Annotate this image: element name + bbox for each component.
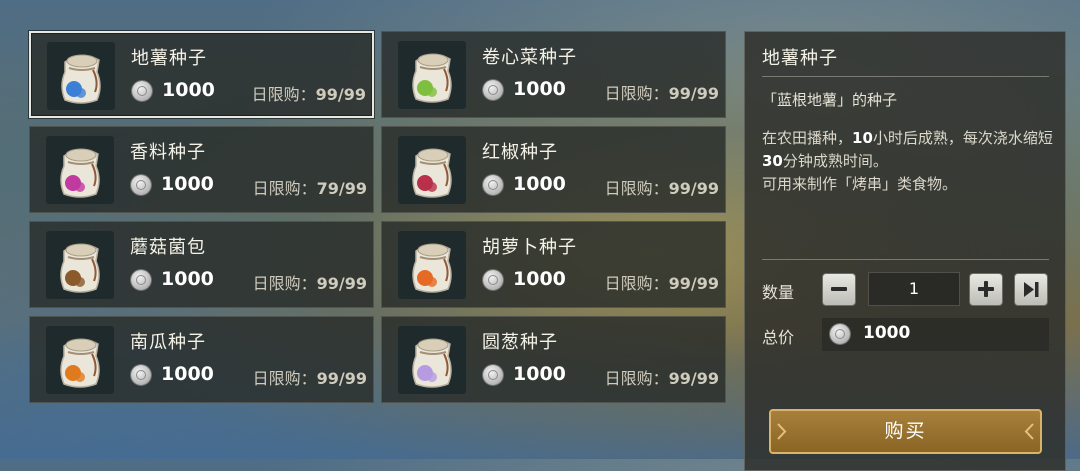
total-label: 总价 — [762, 328, 795, 347]
pumpkin-seed-bag-icon — [46, 326, 114, 394]
item-price: 1000 — [161, 268, 214, 290]
coin-icon — [830, 324, 850, 344]
total-price: 1000 — [863, 323, 911, 343]
item-price: 1000 — [162, 79, 215, 101]
quantity-label: 数量 — [762, 283, 795, 302]
coin-icon — [132, 81, 152, 101]
item-price: 1000 — [161, 173, 214, 195]
minus-icon — [831, 287, 847, 291]
detail-subtitle: 「蓝根地薯」的种子 — [762, 91, 898, 109]
shop-item-card[interactable]: 蘑菇菌包 1000 日限购：99/99 — [29, 221, 374, 308]
item-name: 圆葱种子 — [482, 332, 558, 353]
coin-icon — [131, 365, 151, 385]
shop-item-card[interactable]: 南瓜种子 1000 日限购：99/99 — [29, 316, 374, 403]
daily-limit: 日限购：99/99 — [251, 85, 366, 104]
total-price-box: 1000 — [822, 318, 1049, 351]
coin-icon — [483, 270, 503, 290]
item-name: 红椒种子 — [482, 142, 558, 163]
coin-icon — [483, 365, 503, 385]
divider — [762, 259, 1049, 260]
cabbage-seed-bag-icon — [398, 41, 466, 109]
detail-description: 在农田播种，10小时后成熟，每次浇水缩短30分钟成熟时间。 可用来制作「烤串」类食… — [762, 129, 1053, 193]
shop-item-card[interactable]: 胡萝卜种子 1000 日限购：99/99 — [381, 221, 726, 308]
shop-item-card[interactable]: 卷心菜种子 1000 日限购：99/99 — [381, 31, 726, 118]
coin-icon — [131, 270, 151, 290]
item-price: 1000 — [513, 173, 566, 195]
daily-limit: 日限购：79/99 — [252, 179, 367, 198]
shop-item-card[interactable]: 地薯种子 1000 日限购：99/99 — [29, 31, 374, 118]
divider — [762, 76, 1049, 77]
ornament-icon — [777, 423, 787, 440]
daily-limit: 日限购：99/99 — [252, 274, 367, 293]
spice-seed-bag-icon — [46, 136, 114, 204]
item-name: 香料种子 — [130, 142, 206, 163]
item-detail-panel: 地薯种子 「蓝根地薯」的种子 在农田播种，10小时后成熟，每次浇水缩短30分钟成… — [744, 31, 1066, 471]
onion-seed-bag-icon — [398, 326, 466, 394]
shop-item-card[interactable]: 红椒种子 1000 日限购：99/99 — [381, 126, 726, 213]
item-name: 南瓜种子 — [130, 332, 206, 353]
increase-quantity-button[interactable] — [969, 273, 1003, 306]
daily-limit: 日限购：99/99 — [252, 369, 367, 388]
item-name: 地薯种子 — [131, 48, 207, 69]
red-pepper-seed-bag-icon — [398, 136, 466, 204]
item-price: 1000 — [513, 363, 566, 385]
item-name: 蘑菇菌包 — [130, 237, 206, 258]
daily-limit: 日限购：99/99 — [604, 179, 719, 198]
buy-button[interactable]: 购买 — [769, 409, 1042, 454]
blue-potato-seed-bag-icon — [47, 42, 115, 110]
item-price: 1000 — [513, 268, 566, 290]
coin-icon — [483, 175, 503, 195]
carrot-seed-bag-icon — [398, 231, 466, 299]
item-name: 胡萝卜种子 — [482, 237, 577, 258]
buy-label: 购买 — [884, 420, 927, 442]
ornament-icon — [1024, 423, 1034, 440]
detail-title: 地薯种子 — [762, 48, 838, 69]
mushroom-spawn-bag-icon — [46, 231, 114, 299]
decrease-quantity-button[interactable] — [822, 273, 856, 306]
max-quantity-button[interactable] — [1014, 273, 1048, 306]
coin-icon — [483, 80, 503, 100]
skip-to-max-icon — [1024, 282, 1039, 297]
daily-limit: 日限购：99/99 — [604, 274, 719, 293]
shop-item-card[interactable]: 圆葱种子 1000 日限购：99/99 — [381, 316, 726, 403]
coin-icon — [131, 175, 151, 195]
shop-item-card[interactable]: 香料种子 1000 日限购：79/99 — [29, 126, 374, 213]
daily-limit: 日限购：99/99 — [604, 369, 719, 388]
item-name: 卷心菜种子 — [482, 47, 577, 68]
item-price: 1000 — [161, 363, 214, 385]
plus-icon — [978, 281, 994, 297]
item-price: 1000 — [513, 78, 566, 100]
quantity-input[interactable]: 1 — [868, 272, 960, 306]
daily-limit: 日限购：99/99 — [604, 84, 719, 103]
